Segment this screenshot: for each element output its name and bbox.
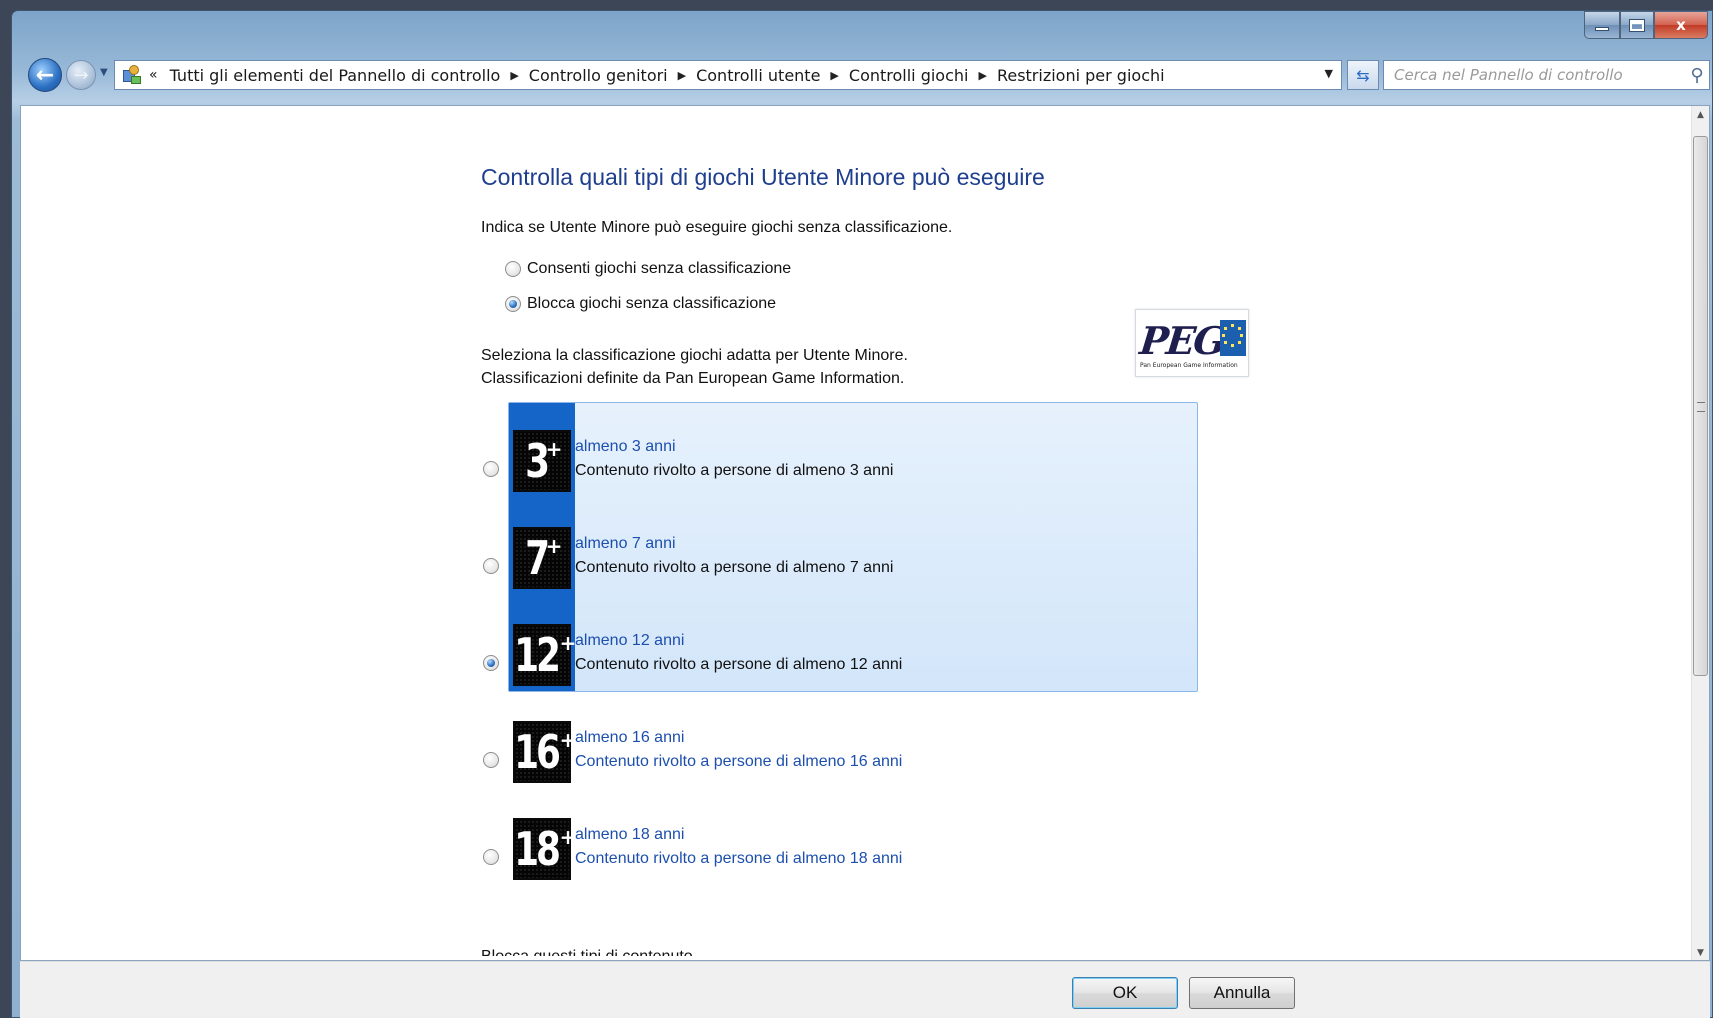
pegi-18-badge-icon: 18 + [513,818,576,880]
rating-3-title[interactable]: almeno 3 anni [575,438,676,456]
search-box[interactable]: ⚲ [1383,60,1710,90]
rating-row-12[interactable]: 12 + almeno 12 anni Contenuto rivolto a p… [481,610,1281,706]
pegi-7-badge-icon: 7 + [513,527,571,589]
chevron-down-icon: ▼ [100,67,108,78]
maximize-button[interactable] [1620,11,1654,39]
pegi-12-badge-icon: 12 + [513,624,576,686]
pegi-logo: PEGI Pan European Game Information [1135,309,1249,377]
close-icon: x [1676,16,1686,34]
vertical-scrollbar[interactable]: ▲ ▼ [1691,106,1709,960]
refresh-icon: ⇆ [1356,65,1370,85]
refresh-button[interactable]: ⇆ [1347,60,1379,90]
rating-row-18[interactable]: 18 + almeno 18 anni Contenuto rivolto a p… [481,804,1281,900]
rating-16-description[interactable]: Contenuto rivolto a persone di almeno 16… [575,753,902,771]
close-button[interactable]: x [1654,11,1708,39]
allow-unrated-radio[interactable] [505,261,521,277]
rating-16-radio[interactable] [483,752,499,768]
rating-prompt-line1: Seleziona la classificazione giochi adat… [481,347,908,364]
rating-row-3[interactable]: 3 + almeno 3 anni Contenuto rivolto a per… [481,416,1281,512]
scroll-down-icon[interactable]: ▼ [1692,944,1709,960]
breadcrumb-parental-controls[interactable]: Controllo genitori [529,66,668,85]
search-icon[interactable]: ⚲ [1685,65,1709,86]
rating-12-description: Contenuto rivolto a persone di almeno 12… [575,656,903,673]
eu-flag-icon [1220,320,1246,356]
rating-18-title[interactable]: almeno 18 anni [575,826,684,844]
arrow-right-icon: → [73,64,89,86]
pegi-3-badge-icon: 3 + [513,430,571,492]
history-dropdown[interactable]: ▼ [100,67,108,78]
window-controls: x [1584,11,1708,39]
rating-16-title[interactable]: almeno 16 anni [575,729,684,747]
chevron-down-icon[interactable]: ▼ [1325,67,1333,80]
content-area: Controlla quali tipi di giochi Utente Mi… [20,105,1710,961]
rating-7-radio[interactable] [483,558,499,574]
rating-prompt: Seleziona la classificazione giochi adat… [481,344,908,390]
scrollbar-thumb[interactable] [1693,136,1708,676]
scroll-up-icon[interactable]: ▲ [1692,106,1709,124]
chevron-right-icon[interactable]: ▶ [678,69,686,82]
forward-button[interactable]: → [66,60,96,90]
back-button[interactable]: ← [28,58,62,92]
cancel-button[interactable]: Annulla [1189,977,1295,1009]
allow-unrated-option[interactable]: Consenti giochi senza classificazione [505,260,791,278]
breadcrumb-all-control-panel-items[interactable]: Tutti gli elementi del Pannello di contr… [170,66,501,85]
page-title: Controlla quali tipi di giochi Utente Mi… [481,164,1045,190]
rating-18-radio[interactable] [483,849,499,865]
rating-7-title[interactable]: almeno 7 anni [575,535,676,553]
chevron-right-icon[interactable]: ▶ [978,69,986,82]
rating-row-16[interactable]: 16 + almeno 16 anni Contenuto rivolto a p… [481,707,1281,803]
block-unrated-radio[interactable] [505,296,521,312]
maximize-icon [1629,18,1645,32]
rating-7-description: Contenuto rivolto a persone di almeno 7 … [575,559,894,576]
rating-12-radio[interactable] [483,655,499,671]
navigation-bar: ← → ▼ « Tutti gli elementi del Pannello … [20,55,1710,93]
minimize-button[interactable] [1584,11,1620,39]
minimize-icon [1595,27,1609,31]
address-bar[interactable]: « Tutti gli elementi del Pannello di con… [114,60,1342,90]
breadcrumb-user-controls[interactable]: Controlli utente [696,66,820,85]
rating-row-7[interactable]: 7 + almeno 7 anni Contenuto rivolto a per… [481,513,1281,609]
rating-3-description: Contenuto rivolto a persone di almeno 3 … [575,462,894,479]
rating-18-description[interactable]: Contenuto rivolto a persone di almeno 18… [575,850,902,868]
breadcrumb-game-controls[interactable]: Controlli giochi [849,66,969,85]
arrow-left-icon: ← [35,62,55,88]
rating-prompt-line2: Classificazioni definite da Pan European… [481,370,905,387]
grip-icon [1697,402,1705,412]
cut-off-section-label: Blocca questi tipi di contenuto [481,948,693,956]
ok-button[interactable]: OK [1072,977,1178,1009]
block-unrated-label[interactable]: Blocca giochi senza classificazione [527,295,776,313]
rating-12-title[interactable]: almeno 12 anni [575,632,684,650]
control-panel-icon [121,64,143,86]
breadcrumb-overflow[interactable]: « [149,67,158,83]
chevron-right-icon[interactable]: ▶ [830,69,838,82]
dialog-footer: OK Annulla [20,961,1710,1018]
unrated-prompt: Indica se Utente Minore può eseguire gio… [481,219,953,236]
rating-3-radio[interactable] [483,461,499,477]
chevron-right-icon[interactable]: ▶ [510,69,518,82]
breadcrumb-game-restrictions[interactable]: Restrizioni per giochi [997,66,1165,85]
pegi-16-badge-icon: 16 + [513,721,576,783]
block-unrated-option[interactable]: Blocca giochi senza classificazione [505,295,776,313]
pegi-logo-subtitle: Pan European Game Information [1140,362,1238,369]
allow-unrated-label[interactable]: Consenti giochi senza classificazione [527,260,791,278]
search-input[interactable] [1384,62,1685,88]
app-window: x ← → ▼ « Tutti gli elementi del Pannell… [11,10,1713,1018]
